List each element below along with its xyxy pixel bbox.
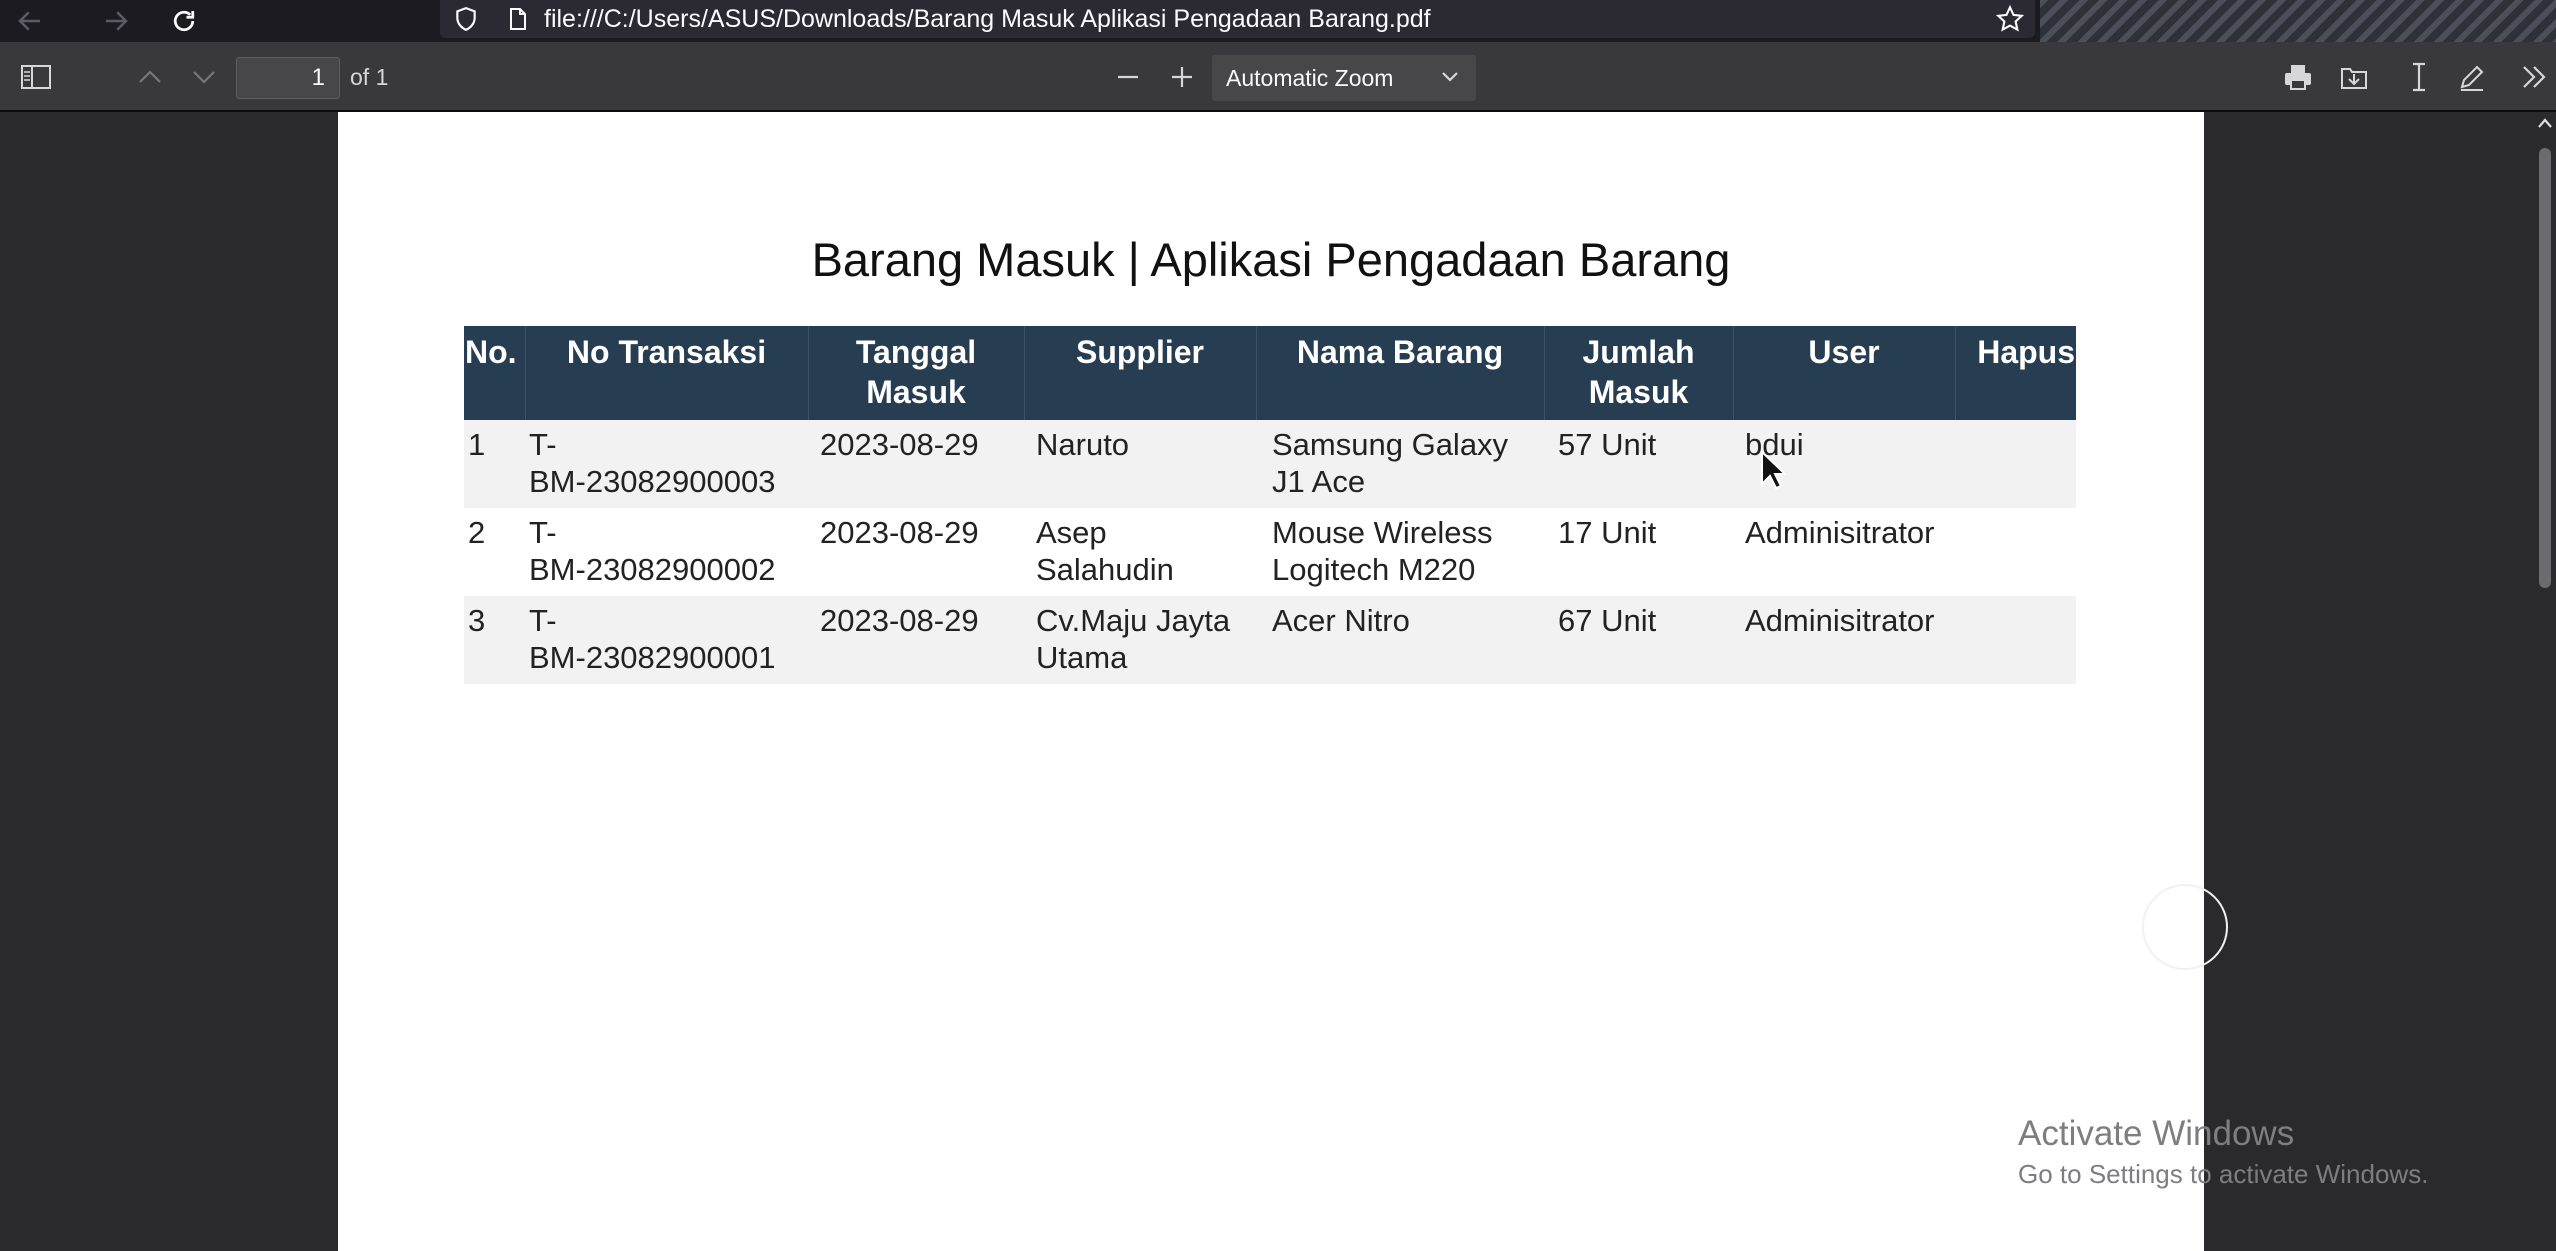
cell-supplier: Cv.Maju Jayta Utama [1024,596,1256,684]
forward-button[interactable] [86,0,146,42]
cell-transaksi: T- BM-23082900002 [525,508,808,596]
cell-transaksi: T- BM-23082900001 [525,596,808,684]
cell-user: Adminisitrator [1733,508,1955,596]
cell-transaksi-code: BM-23082900001 [529,640,776,675]
cell-supplier: Asep Salahudin [1024,508,1256,596]
chevron-down-icon [193,71,215,84]
zoom-in-button[interactable] [1162,42,1202,112]
save-button[interactable] [2334,42,2374,112]
sidebar-toggle-button[interactable] [14,42,58,112]
cell-transaksi-code: BM-23082900003 [529,464,776,499]
reload-button[interactable] [154,0,214,42]
table-row: 3 T- BM-23082900001 2023-08-29 Cv.Maju Ja… [464,596,2076,684]
pdf-page: Barang Masuk | Aplikasi Pengadaan Barang… [338,112,2228,1251]
page-file-icon[interactable] [492,5,544,33]
cell-jumlah: 67 Unit [1544,596,1733,684]
cell-barang: Acer Nitro [1256,596,1544,684]
cell-tanggal: 2023-08-29 [808,420,1024,508]
zoom-out-button[interactable] [1108,42,1148,112]
cell-hapus [1955,420,2076,508]
text-cursor-icon [2413,62,2425,92]
tools-menu-button[interactable] [2514,42,2554,112]
vertical-scrollbar[interactable] [2534,112,2556,1251]
cell-tanggal: 2023-08-29 [808,508,1024,596]
download-icon [2341,68,2367,89]
cell-hapus [1955,596,2076,684]
column-header: No. [464,326,526,420]
shield-icon[interactable] [440,5,492,33]
page-number-input[interactable] [236,57,340,99]
cell-user: Adminisitrator [1733,596,1955,684]
activate-windows-watermark: Activate Windows Go to Settings to activ… [2018,1112,2428,1192]
click-indicator-ring [2142,884,2228,970]
url-bar[interactable]: file:///C:/Users/ASUS/Downloads/Barang M… [440,0,2035,38]
browser-decoration [2040,0,2556,42]
next-page-button[interactable] [186,42,222,112]
scroll-up-icon[interactable] [2537,116,2553,130]
cell-jumlah: 17 Unit [1544,508,1733,596]
table-row: 1 T- BM-23082900003 2023-08-29 Naruto Sam… [464,420,2076,508]
pdf-viewer[interactable]: Barang Masuk | Aplikasi Pengadaan Barang… [0,112,2556,1251]
cell-no: 3 [464,596,525,684]
arrow-left-icon [18,11,40,31]
back-button[interactable] [0,0,60,42]
column-header: Nama Barang [1256,326,1545,420]
pencil-icon [2460,65,2484,91]
zoom-select[interactable]: Automatic Zoom [1212,55,1476,101]
reload-icon [173,10,195,32]
table-row: 2 T- BM-23082900002 2023-08-29 Asep Salah… [464,508,2076,596]
double-chevron-right-icon [2523,66,2546,88]
mouse-cursor-icon [1761,450,1786,490]
arrow-right-icon [106,11,128,31]
chevron-down-icon [1442,72,1458,82]
cell-barang: Samsung Galaxy J1 Ace [1256,420,1544,508]
barang-masuk-table: No. No Transaksi Tanggal Masuk Supplier … [464,326,2076,684]
page-count: of 1 [350,64,389,90]
cell-no: 2 [464,508,525,596]
column-header: No Transaksi [525,326,809,420]
column-header: Supplier [1024,326,1257,420]
previous-page-button[interactable] [132,42,168,112]
zoom-value: Automatic Zoom [1226,65,1394,91]
cell-transaksi-code: BM-23082900002 [529,552,776,587]
document-title: Barang Masuk | Aplikasi Pengadaan Barang [811,233,1731,286]
pdf-toolbar: of 1 Automatic Zoom [0,42,2556,112]
sidebar-icon [21,65,51,89]
column-header: User [1733,326,1956,420]
scrollbar-thumb[interactable] [2539,148,2551,588]
cell-no: 1 [464,420,525,508]
column-header: Hapus [1955,326,2076,420]
text-tool-button[interactable] [2402,42,2436,112]
url-text[interactable]: file:///C:/Users/ASUS/Downloads/Barang M… [544,5,1431,34]
cell-barang: Mouse Wireless Logitech M220 [1256,508,1544,596]
printer-icon [2285,65,2311,90]
minus-icon [1118,75,1138,79]
cell-transaksi: T- BM-23082900003 [525,420,808,508]
column-header: Tanggal Masuk [808,326,1025,420]
watermark-subtitle: Go to Settings to activate Windows. [2018,1159,2429,1189]
cell-hapus [1955,508,2076,596]
column-header: Jumlah Masuk [1544,326,1734,420]
chevron-up-icon [139,70,161,83]
cell-supplier: Naruto [1024,420,1256,508]
print-button[interactable] [2278,42,2318,112]
bookmark-star-icon[interactable] [1985,0,2035,38]
plus-icon [1172,67,1192,87]
browser-navbar: file:///C:/Users/ASUS/Downloads/Barang M… [0,0,2556,42]
draw-tool-button[interactable] [2452,42,2492,112]
watermark-title: Activate Windows [2018,1114,2295,1153]
cell-jumlah: 57 Unit [1544,420,1733,508]
cell-tanggal: 2023-08-29 [808,596,1024,684]
table-header-row: No. No Transaksi Tanggal Masuk Supplier … [464,326,2076,420]
